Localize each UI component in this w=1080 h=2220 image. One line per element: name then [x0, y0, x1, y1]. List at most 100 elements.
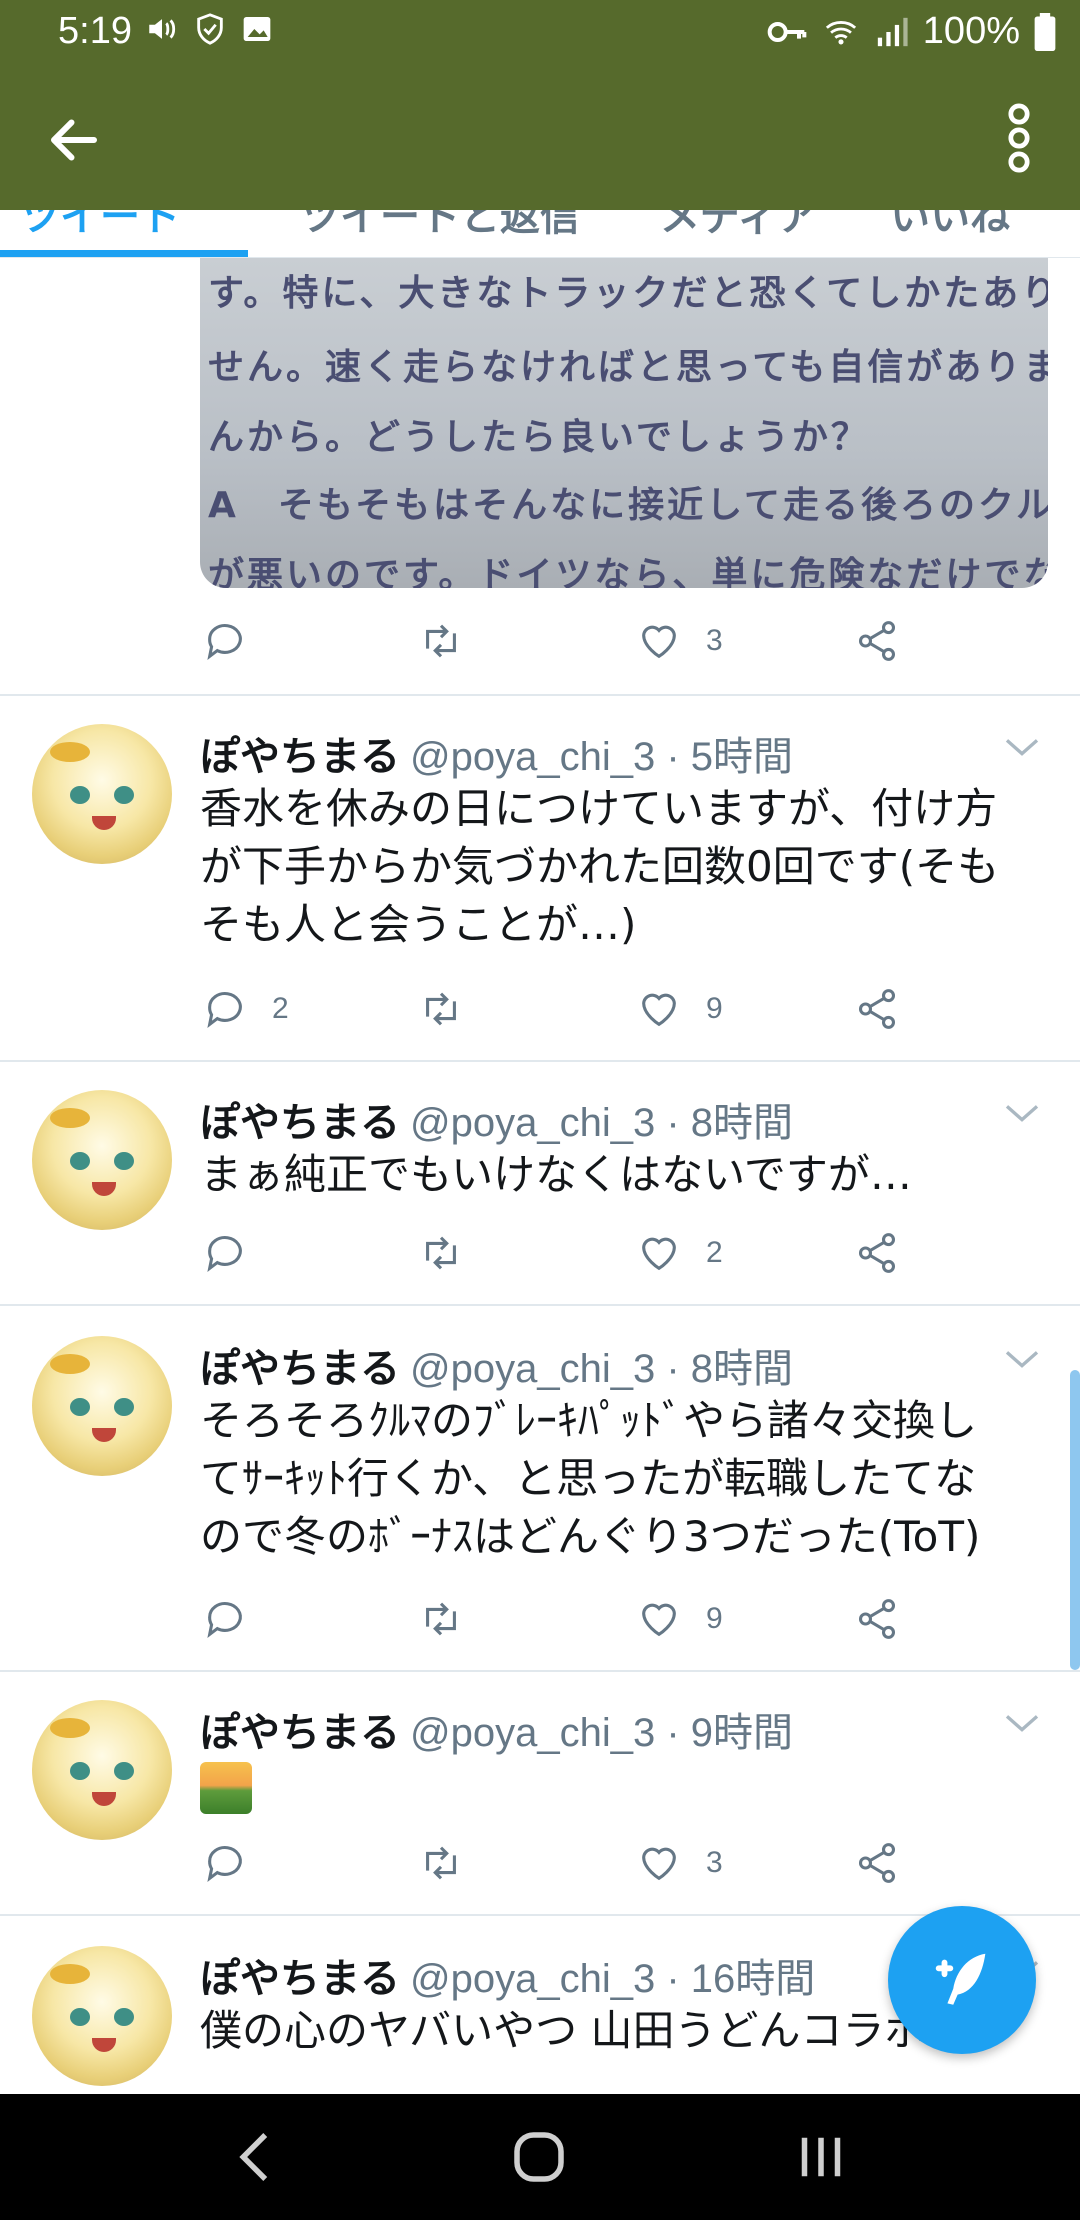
share-button[interactable]: [854, 1230, 900, 1276]
image-text-line: す。特に、大きなトラックだと恐くてしかたありま: [208, 273, 1048, 314]
avatar[interactable]: [32, 1700, 172, 1840]
tweet-card[interactable]: ぽやちまる @poya_chi_3 · 9時間: [0, 1700, 1080, 1850]
like-count: 9: [706, 992, 723, 1025]
reply-button[interactable]: 2: [202, 986, 289, 1032]
avatar[interactable]: [32, 1090, 172, 1230]
tweet-actions: 9: [200, 1594, 900, 1644]
tweet-header: ぽやちまる @poya_chi_3 · 16時間: [200, 1946, 815, 2002]
retweet-icon: [426, 1236, 456, 1270]
share-button[interactable]: [854, 986, 900, 1032]
reply-button[interactable]: [202, 618, 248, 664]
tab-tweets-replies[interactable]: ツイートと返信: [300, 210, 580, 242]
sunrise-over-mountains-icon: [200, 1762, 252, 1814]
share-icon: [858, 1233, 896, 1273]
like-button[interactable]: 2: [636, 1230, 723, 1276]
display-name[interactable]: ぽやちまる: [200, 1100, 400, 1146]
profile-tabs: ツイート ツイートと返信 メディア いいね: [0, 210, 1080, 258]
divider: [0, 694, 1080, 696]
app-bar: [0, 66, 1080, 210]
like-count: 2: [706, 1236, 723, 1269]
image-icon: [243, 17, 271, 41]
handle-time: @poya_chi_3 · 5時間: [410, 735, 794, 779]
share-icon: [858, 621, 896, 661]
tweet-text-line: ので冬のﾎﾞｰﾅｽはどんぐり3つだった(ToT): [200, 1512, 981, 1561]
tweet-card[interactable]: ぽやちまる @poya_chi_3 · 5時間 香水を休みの日につけていますが、付…: [0, 724, 1080, 1024]
reply-icon: [207, 624, 242, 660]
share-button[interactable]: [854, 1840, 900, 1886]
avatar[interactable]: [32, 724, 172, 864]
key-icon: [767, 21, 807, 42]
reply-button[interactable]: [202, 1840, 248, 1886]
compose-tweet-button[interactable]: [888, 1906, 1036, 2054]
tweet-text-line: 香水を休みの日につけていますが、付け方: [200, 784, 998, 833]
tweet-card[interactable]: ぽやちまる @poya_chi_3 · 8時間 まぁ純正でもいけなくはないですが…: [0, 1090, 1080, 1240]
tweet-header: ぽやちまる @poya_chi_3 · 8時間: [200, 1336, 793, 1392]
heart-icon: [642, 993, 676, 1027]
like-button[interactable]: 9: [636, 986, 723, 1032]
tweet-text-line: そろそろｸﾙﾏのﾌﾞﾚｰｷﾊﾟｯﾄﾞやら諸々交換し: [200, 1396, 978, 1445]
tab-media[interactable]: メディア: [660, 210, 817, 242]
retweet-button[interactable]: [418, 986, 464, 1032]
arrow-left-icon[interactable]: [44, 110, 104, 170]
divider: [0, 1914, 1080, 1916]
retweet-button[interactable]: [418, 1840, 464, 1886]
retweet-button[interactable]: [418, 1230, 464, 1276]
tweet-header: ぽやちまる @poya_chi_3 · 8時間: [200, 1090, 793, 1146]
retweet-button[interactable]: [418, 1596, 464, 1642]
status-time: 5:19: [58, 10, 132, 52]
reply-button[interactable]: [202, 1596, 248, 1642]
reply-icon: [207, 1602, 242, 1638]
timeline[interactable]: す。特に、大きなトラックだと恐くてしかたありま せん。速く走らなければと思っても…: [0, 258, 1080, 2094]
battery-icon: [1034, 12, 1056, 51]
back-nav-icon[interactable]: [224, 2124, 290, 2190]
tweet-card[interactable]: ぽやちまる @poya_chi_3 · 8時間 そろそろｸﾙﾏのﾌﾞﾚｰｷﾊﾟｯﾄ…: [0, 1336, 1080, 1596]
reply-icon: [207, 992, 242, 1028]
tweet-text: まぁ純正でもいけなくはないですが…: [200, 1146, 1060, 1204]
tweet-header: ぽやちまる @poya_chi_3 · 5時間: [200, 724, 793, 780]
tweet-media-image[interactable]: す。特に、大きなトラックだと恐くてしかたありま せん。速く走らなければと思っても…: [200, 258, 1048, 588]
image-text-line: せん。速く走らなければと思っても自信がありませ: [208, 347, 1048, 388]
chevron-down-icon[interactable]: [1002, 732, 1042, 762]
reply-icon: [207, 1236, 242, 1272]
like-count: 3: [706, 1846, 723, 1879]
avatar[interactable]: [32, 1946, 172, 2086]
shield-check-icon: [197, 13, 223, 45]
handle-time: @poya_chi_3 · 9時間: [410, 1711, 794, 1755]
tweet-header: ぽやちまる @poya_chi_3 · 9時間: [200, 1700, 793, 1756]
like-button[interactable]: 3: [636, 1840, 723, 1886]
avatar[interactable]: [32, 1336, 172, 1476]
reply-icon: [207, 1846, 242, 1882]
heart-icon: [642, 1847, 676, 1881]
tab-likes[interactable]: いいね: [890, 210, 1010, 242]
display-name[interactable]: ぽやちまる: [200, 1710, 400, 1756]
reply-button[interactable]: [202, 1230, 248, 1276]
share-button[interactable]: [854, 618, 900, 664]
display-name[interactable]: ぽやちまる: [200, 1956, 400, 2002]
chevron-down-icon[interactable]: [1002, 1098, 1042, 1128]
share-button[interactable]: [854, 1596, 900, 1642]
chevron-down-icon[interactable]: [1002, 1344, 1042, 1374]
display-name[interactable]: ぽやちまる: [200, 734, 400, 780]
retweet-button[interactable]: [418, 618, 464, 664]
tweet-text: そろそろｸﾙﾏのﾌﾞﾚｰｷﾊﾟｯﾄﾞやら諸々交換し てｻｰｷｯﾄ行くか、と思った…: [200, 1392, 1060, 1566]
active-tab-indicator: [0, 250, 248, 257]
scrollbar[interactable]: [1070, 1370, 1080, 1670]
retweet-icon: [426, 1846, 456, 1880]
reply-count: 2: [272, 992, 289, 1025]
tweet-actions: 2: [200, 1228, 900, 1278]
image-text-line: んから。どうしたら良いでしょうか？: [208, 417, 870, 458]
display-name[interactable]: ぽやちまる: [200, 1346, 400, 1392]
like-button[interactable]: 9: [636, 1596, 723, 1642]
recents-nav-icon[interactable]: [788, 2124, 854, 2190]
retweet-icon: [426, 1602, 456, 1636]
tweet-actions: 3: [200, 616, 900, 666]
tweet-text-line: が下手からか気づかれた回数0回です(そも: [200, 842, 1000, 891]
divider: [0, 1670, 1080, 1672]
home-nav-icon[interactable]: [506, 2124, 572, 2190]
like-button[interactable]: 3: [636, 618, 723, 664]
tab-tweets[interactable]: ツイート: [20, 210, 180, 242]
more-vert-icon[interactable]: [1004, 102, 1034, 174]
tweet-text-line: まぁ純正でもいけなくはないですが…: [200, 1150, 912, 1199]
chevron-down-icon[interactable]: [1002, 1708, 1042, 1738]
divider: [0, 1304, 1080, 1306]
